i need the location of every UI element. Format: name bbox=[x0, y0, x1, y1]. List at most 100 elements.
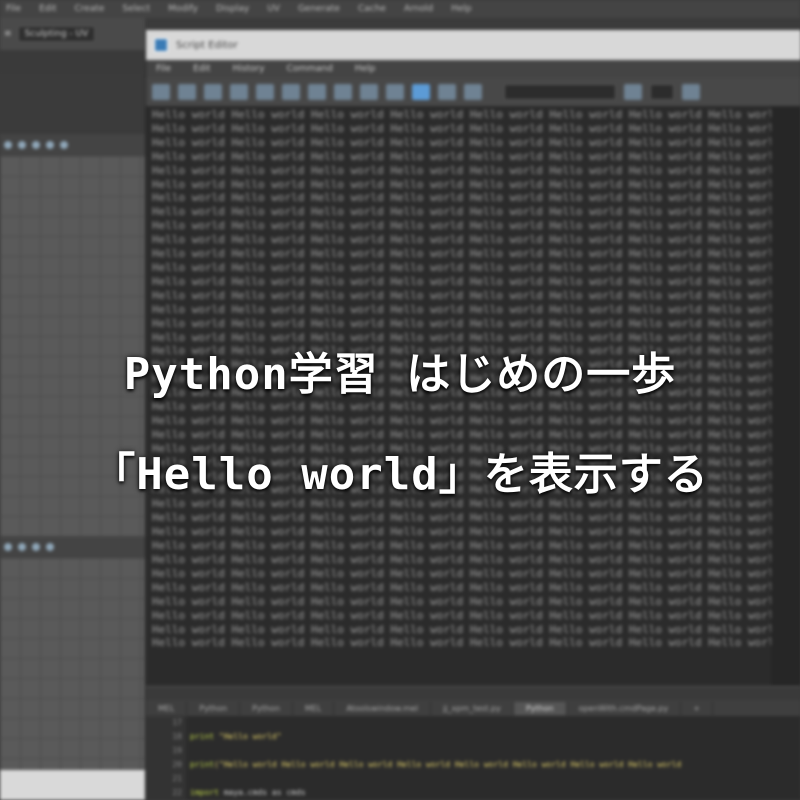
output-line: Hello world Hello world Hello world Hell… bbox=[152, 566, 771, 580]
output-line: Hello world Hello world Hello world Hell… bbox=[152, 260, 771, 274]
shading-icon[interactable] bbox=[32, 543, 40, 551]
code-text: "Hello world" bbox=[214, 732, 282, 741]
script-tab[interactable]: openWith.cmdPage.py bbox=[567, 701, 682, 715]
left-bottom-panel bbox=[0, 770, 145, 800]
light-icon[interactable] bbox=[46, 543, 54, 551]
output-line: Hello world Hello world Hello world Hell… bbox=[152, 177, 771, 191]
clear-input-icon[interactable] bbox=[334, 84, 352, 100]
echo-all-icon[interactable] bbox=[256, 84, 274, 100]
line-number: 21 bbox=[172, 774, 182, 783]
search-input[interactable] bbox=[504, 84, 616, 100]
execute-icon[interactable] bbox=[464, 84, 482, 100]
clear-history-icon[interactable] bbox=[308, 84, 326, 100]
editor-menu-item[interactable]: Help bbox=[355, 64, 376, 74]
viewport-iconbar-bottom bbox=[0, 536, 145, 558]
output-line: Hello world Hello world Hello world Hell… bbox=[152, 247, 771, 261]
app-menu-item[interactable]: UV bbox=[267, 4, 280, 14]
line-number: 22 bbox=[172, 788, 182, 797]
show-history-icon[interactable] bbox=[386, 84, 404, 100]
line-number: 18 bbox=[172, 732, 182, 741]
app-menu-item[interactable]: File bbox=[6, 4, 21, 14]
code-line: print("Hello world Hello world Hello wor… bbox=[190, 758, 800, 772]
overlay-title-line2: 「Hello world」を表示する bbox=[91, 449, 709, 500]
output-line: Hello world Hello world Hello world Hell… bbox=[152, 121, 771, 135]
output-line: Hello world Hello world Hello world Hell… bbox=[152, 594, 771, 608]
output-line: Hello world Hello world Hello world Hell… bbox=[152, 608, 771, 622]
script-tab[interactable]: Python bbox=[240, 701, 293, 715]
execute-all-icon[interactable] bbox=[438, 84, 456, 100]
app-menu-item[interactable]: Arnold bbox=[404, 4, 433, 14]
app-menu-item[interactable]: Select bbox=[122, 4, 150, 14]
code-line: print "Hello world" bbox=[190, 730, 800, 744]
output-line: Hello world Hello world Hello world Hell… bbox=[152, 274, 771, 288]
find-next-icon[interactable] bbox=[682, 84, 700, 100]
output-line: Hello world Hello world Hello world Hell… bbox=[152, 580, 771, 594]
script-tab[interactable]: Python bbox=[513, 701, 567, 715]
camera-icon[interactable] bbox=[4, 141, 12, 149]
pane-divider[interactable] bbox=[146, 686, 800, 701]
menu-icon[interactable]: ≡ bbox=[4, 29, 12, 39]
app-menu-item[interactable]: Create bbox=[75, 4, 105, 14]
code-keyword: print bbox=[190, 732, 215, 741]
show-line-numbers-icon[interactable] bbox=[282, 84, 300, 100]
output-line: Hello world Hello world Hello world Hell… bbox=[152, 636, 771, 650]
save-script-icon[interactable] bbox=[204, 84, 222, 100]
line-number: 19 bbox=[172, 746, 182, 755]
script-tab[interactable]: MEL bbox=[146, 701, 188, 715]
script-editor-window: Script Editor File Edit History Command Help bbox=[145, 30, 800, 800]
grid-icon[interactable] bbox=[18, 543, 26, 551]
grid-icon[interactable] bbox=[18, 141, 26, 149]
script-editor-toolbar bbox=[146, 78, 800, 106]
script-tab[interactable]: MEL bbox=[293, 701, 335, 715]
app-menu-item[interactable]: Edit bbox=[39, 4, 56, 14]
script-editor-titlebar[interactable]: Script Editor bbox=[146, 30, 800, 60]
editor-menu-item[interactable]: File bbox=[156, 64, 171, 74]
app-menu-item[interactable]: Display bbox=[216, 4, 249, 14]
script-tabs: MEL Python Python MEL Atoolswindow.mel jj_xpm… bbox=[146, 700, 800, 716]
code-editor[interactable]: print "Hello world" print("Hello world He… bbox=[190, 716, 800, 800]
line-number-gutter: 17 18 19 20 21 22 bbox=[146, 716, 186, 800]
output-line: Hello world Hello world Hello world Hell… bbox=[152, 539, 771, 553]
app-menu-item[interactable]: Help bbox=[451, 4, 472, 14]
light-icon[interactable] bbox=[46, 141, 54, 149]
code-text: ("Hello world Hello world Hello world He… bbox=[214, 760, 682, 769]
viewport-bottom[interactable] bbox=[0, 558, 145, 770]
source-script-icon[interactable] bbox=[178, 84, 196, 100]
app-menu-item[interactable]: Generate bbox=[298, 4, 340, 14]
output-line: Hello world Hello world Hello world Hell… bbox=[152, 316, 771, 330]
app-menubar: File Edit Create Select Modify Display UV Gener… bbox=[0, 0, 800, 18]
camera-icon[interactable] bbox=[4, 543, 12, 551]
script-tab[interactable]: Python bbox=[187, 701, 241, 715]
screenshot-stage: File Edit Create Select Modify Display UV Gener… bbox=[0, 0, 800, 800]
go-to-line-input[interactable] bbox=[650, 84, 674, 100]
app-menu-item[interactable]: Modify bbox=[168, 4, 198, 14]
editor-menu-item[interactable]: Command bbox=[287, 64, 333, 74]
search-icon[interactable] bbox=[624, 84, 642, 100]
show-both-icon[interactable] bbox=[412, 84, 430, 100]
editor-menu-item[interactable]: Edit bbox=[193, 64, 210, 74]
workspace-dropdown[interactable]: Sculpting - UV bbox=[17, 26, 96, 42]
editor-menu-item[interactable]: History bbox=[233, 64, 265, 74]
code-keyword: import bbox=[190, 788, 219, 797]
viewport-iconbar-top bbox=[0, 134, 145, 156]
output-line: Hello world Hello world Hello world Hell… bbox=[152, 413, 771, 427]
output-line: Hello world Hello world Hello world Hell… bbox=[152, 622, 771, 636]
window-title: Script Editor bbox=[176, 39, 238, 51]
output-line: Hello world Hello world Hello world Hell… bbox=[152, 302, 771, 316]
overlay-title-line1: Python学習 はじめの一歩 bbox=[123, 349, 677, 400]
line-number: 17 bbox=[172, 718, 182, 727]
app-menu-item[interactable]: Cache bbox=[358, 4, 386, 14]
render-icon[interactable] bbox=[60, 141, 68, 149]
output-line: Hello world Hello world Hello world Hell… bbox=[152, 219, 771, 233]
shading-icon[interactable] bbox=[32, 141, 40, 149]
clear-all-icon[interactable] bbox=[360, 84, 378, 100]
save-to-shelf-icon[interactable] bbox=[230, 84, 248, 100]
script-tab[interactable]: Atoolswindow.mel bbox=[334, 701, 432, 715]
output-line: Hello world Hello world Hello world Hell… bbox=[152, 149, 771, 163]
script-editor-menubar: File Edit History Command Help bbox=[146, 60, 800, 78]
script-input-panel[interactable]: 17 18 19 20 21 22 print "Hello world" print("H… bbox=[146, 716, 800, 800]
open-script-icon[interactable] bbox=[152, 84, 170, 100]
script-tab[interactable]: + bbox=[681, 701, 713, 715]
script-tab[interactable]: jj_xpm_test.py bbox=[431, 701, 514, 715]
